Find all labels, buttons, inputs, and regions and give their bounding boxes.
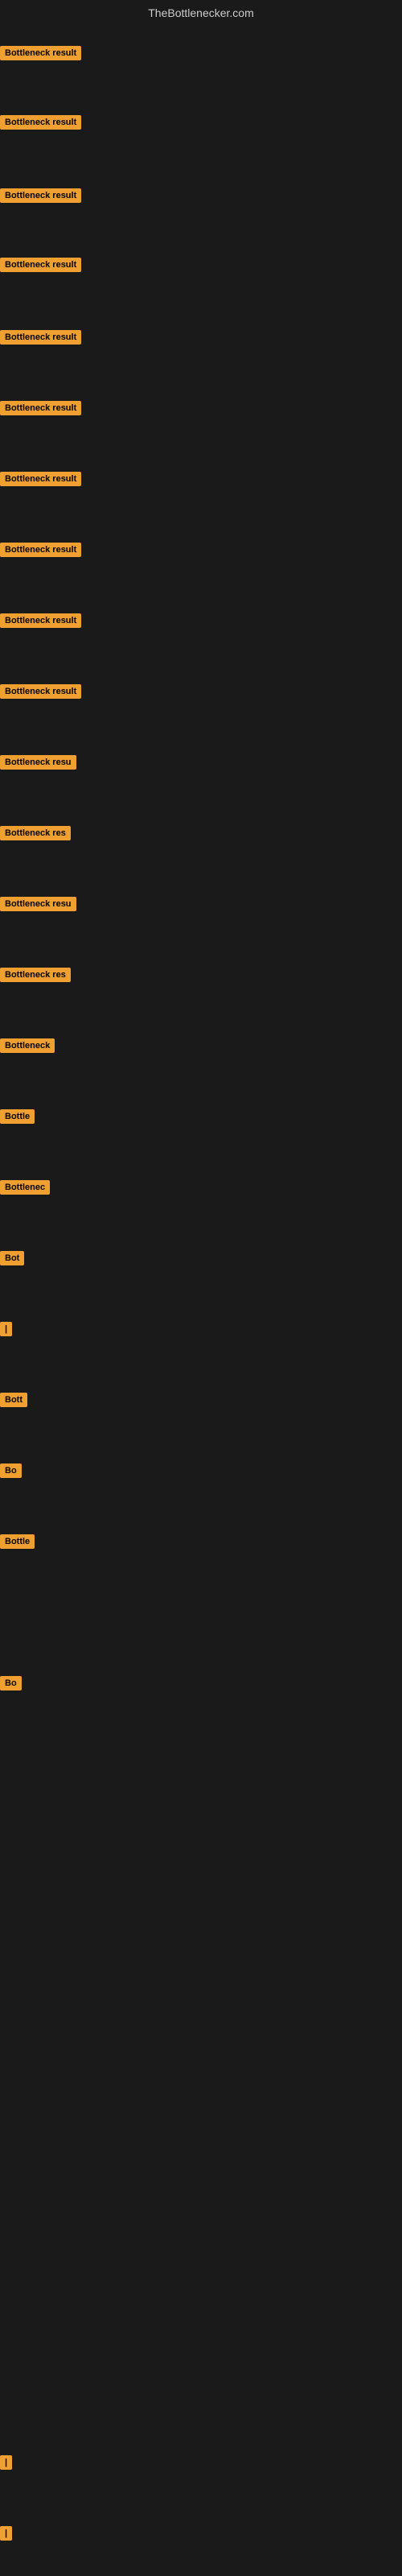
result-row: Bottleneck result <box>0 613 81 632</box>
result-row: | <box>0 2455 12 2474</box>
bottleneck-badge: Bott <box>0 1393 27 1407</box>
bottleneck-badge: | <box>0 1322 12 1336</box>
bottleneck-badge: Bottleneck res <box>0 968 71 982</box>
bottleneck-badge: Bottleneck result <box>0 330 81 345</box>
bottleneck-badge: Bo <box>0 1463 22 1478</box>
result-row: Bottleneck result <box>0 472 81 490</box>
bottleneck-badge: Bottle <box>0 1534 35 1549</box>
result-row: Bottleneck resu <box>0 755 76 774</box>
result-row: Bot <box>0 1251 24 1269</box>
bottleneck-badge: | <box>0 2526 12 2541</box>
bottleneck-badge: Bottleneck result <box>0 684 81 699</box>
result-row: Bottleneck result <box>0 401 81 419</box>
bottleneck-badge: Bottleneck result <box>0 472 81 486</box>
result-row: Bottleneck result <box>0 543 81 561</box>
result-row: Bottleneck res <box>0 826 71 844</box>
result-row: Bottleneck resu <box>0 897 76 915</box>
result-row: Bottleneck result <box>0 115 81 134</box>
result-row: | <box>0 2526 12 2545</box>
result-row: Bottleneck result <box>0 258 81 276</box>
bottleneck-badge: Bottleneck result <box>0 543 81 557</box>
result-row: Bottle <box>0 1109 35 1128</box>
result-row: Bottleneck result <box>0 188 81 207</box>
bottleneck-badge: | <box>0 2455 12 2470</box>
site-title: TheBottlenecker.com <box>0 0 402 26</box>
bottleneck-badge: Bot <box>0 1251 24 1265</box>
bottleneck-badge: Bo <box>0 1676 22 1690</box>
bottleneck-badge: Bottleneck resu <box>0 755 76 770</box>
result-row: Bo <box>0 1463 22 1482</box>
bottleneck-badge: Bottleneck result <box>0 115 81 130</box>
result-row: Bottleneck <box>0 1038 55 1057</box>
result-row: Bottleneck result <box>0 684 81 703</box>
result-row: Bottlenec <box>0 1180 50 1199</box>
bottleneck-badge: Bottleneck <box>0 1038 55 1053</box>
bottleneck-badge: Bottleneck result <box>0 401 81 415</box>
result-row: Bott <box>0 1393 27 1411</box>
bottleneck-badge: Bottleneck result <box>0 46 81 60</box>
bottleneck-badge: Bottleneck result <box>0 188 81 203</box>
result-row: Bottleneck result <box>0 46 81 64</box>
bottleneck-badge: Bottleneck resu <box>0 897 76 911</box>
result-row: | <box>0 1322 12 1340</box>
result-row: Bottleneck res <box>0 968 71 986</box>
result-row: Bottleneck result <box>0 330 81 349</box>
bottleneck-badge: Bottle <box>0 1109 35 1124</box>
bottleneck-badge: Bottlenec <box>0 1180 50 1195</box>
result-row: Bo <box>0 1676 22 1695</box>
bottleneck-badge: Bottleneck result <box>0 258 81 272</box>
result-row: Bottle <box>0 1534 35 1553</box>
bottleneck-badge: Bottleneck result <box>0 613 81 628</box>
bottleneck-badge: Bottleneck res <box>0 826 71 840</box>
